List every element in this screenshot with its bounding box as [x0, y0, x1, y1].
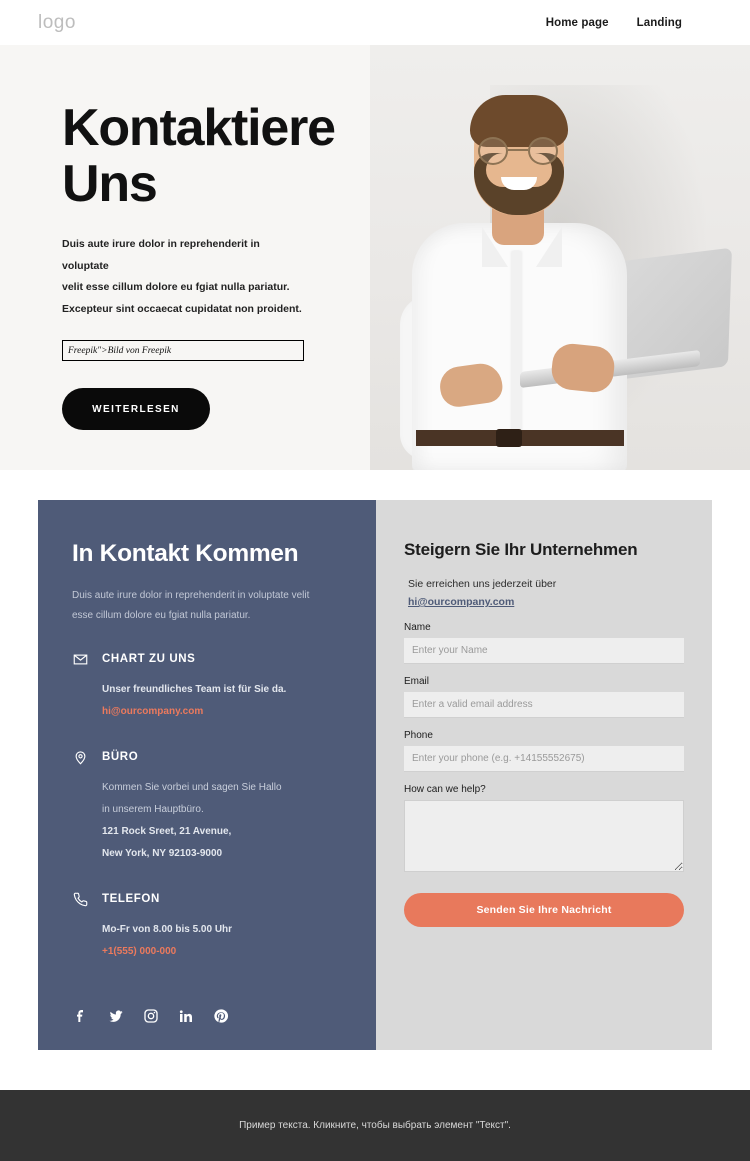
- hero-title: Kontaktiere Uns: [62, 99, 336, 214]
- contact-block-body: Kommen Sie vorbei und sagen Sie Hallo in…: [72, 777, 342, 865]
- contact-block-line: New York, NY 92103-9000: [102, 848, 223, 859]
- form-title: Steigern Sie Ihr Unternehmen: [404, 540, 638, 559]
- hero-paragraph-line: Duis aute irure dolor in reprehenderit i…: [62, 238, 260, 272]
- form-email-link[interactable]: hi@ourcompany.com: [408, 596, 514, 608]
- photo-glasses-right-lens: [528, 137, 558, 165]
- twitter-icon[interactable]: [107, 1007, 124, 1024]
- contact-intro-line: Duis aute irure dolor in reprehenderit i…: [72, 590, 310, 601]
- contact-email-link[interactable]: hi@ourcompany.com: [102, 701, 342, 723]
- phone-icon: [72, 891, 88, 907]
- phone-input[interactable]: [404, 746, 684, 772]
- hero-paragraph-line: Excepteur sint occaecat cupidatat non pr…: [62, 302, 302, 315]
- hero-paragraph-line: velit esse cillum dolore eu fgiat nulla …: [62, 281, 290, 294]
- contact-panel-intro: Duis aute irure dolor in reprehenderit i…: [72, 586, 342, 625]
- form-field-phone: Phone: [404, 730, 684, 772]
- contact-block-buro: BÜRO Kommen Sie vorbei und sagen Sie Hal…: [72, 749, 342, 865]
- instagram-icon[interactable]: [142, 1007, 159, 1024]
- form-field-label: Name: [404, 622, 431, 633]
- nav-link-landing[interactable]: Landing: [637, 17, 682, 29]
- name-input[interactable]: [404, 638, 684, 664]
- contact-block-label: TELEFON: [102, 893, 160, 905]
- pinterest-icon[interactable]: [212, 1007, 229, 1024]
- facebook-icon[interactable]: [72, 1007, 89, 1024]
- form-field-message: How can we help?: [404, 784, 684, 877]
- contact-block-header: TELEFON: [72, 891, 342, 907]
- form-field-email: Email: [404, 676, 684, 718]
- main-navigation: Home page Landing: [546, 17, 682, 29]
- photo-collar-left-shape: [482, 227, 508, 267]
- contact-block-header: BÜRO: [72, 749, 342, 765]
- contact-block-line: 121 Rock Sreet, 21 Avenue,: [102, 826, 232, 837]
- contact-block-line: in unserem Hauptbüro.: [102, 804, 204, 815]
- contact-info-panel: In Kontakt Kommen Duis aute irure dolor …: [38, 500, 376, 1050]
- message-textarea[interactable]: [404, 800, 684, 872]
- form-field-label: How can we help?: [404, 784, 486, 795]
- envelope-icon: [72, 651, 88, 667]
- contact-block-label: CHART ZU UNS: [102, 653, 196, 665]
- site-header: logo Home page Landing: [0, 0, 750, 45]
- hero-paragraph: Duis aute irure dolor in reprehenderit i…: [62, 234, 307, 320]
- contact-block-line: Kommen Sie vorbei und sagen Sie Hallo: [102, 782, 282, 793]
- footer-text: Пример текста. Кликните, чтобы выбрать э…: [239, 1120, 511, 1131]
- contact-block-line: Mo-Fr von 8.00 bis 5.00 Uhr: [102, 924, 233, 935]
- hero-image: [370, 45, 750, 470]
- hero-section: Kontaktiere Uns Duis aute irure dolor in…: [0, 45, 750, 470]
- form-field-label: Phone: [404, 730, 433, 741]
- site-footer: Пример текста. Кликните, чтобы выбрать э…: [0, 1090, 750, 1161]
- contact-block-header: CHART ZU UNS: [72, 651, 342, 667]
- nav-link-home-page[interactable]: Home page: [546, 17, 609, 29]
- photo-collar-right-shape: [536, 227, 562, 267]
- map-pin-icon: [72, 749, 88, 765]
- photo-right-hand-shape: [549, 341, 617, 395]
- contact-block-line: Unser freundliches Team ist für Sie da.: [102, 684, 287, 695]
- email-input[interactable]: [404, 692, 684, 718]
- contact-block-label: BÜRO: [102, 751, 139, 763]
- contact-block-chart-zu-uns: CHART ZU UNS Unser freundliches Team ist…: [72, 651, 342, 723]
- submit-message-button[interactable]: Senden Sie Ihre Nachricht: [404, 893, 684, 927]
- image-attribution-text: Freepik">Bild von Freepik: [68, 345, 172, 356]
- hero-content: Kontaktiere Uns Duis aute irure dolor in…: [0, 45, 340, 431]
- form-subtitle: Sie erreichen uns jederzeit über: [408, 578, 557, 590]
- form-field-name: Name: [404, 622, 684, 664]
- contact-block-body: Mo-Fr von 8.00 bis 5.00 Uhr +1(555) 000-…: [72, 919, 342, 963]
- form-field-label: Email: [404, 676, 430, 687]
- read-more-button[interactable]: WEITERLESEN: [62, 388, 210, 431]
- contact-block-telefon: TELEFON Mo-Fr von 8.00 bis 5.00 Uhr +1(5…: [72, 891, 342, 963]
- social-links: [72, 1007, 229, 1024]
- contact-form-panel: Steigern Sie Ihr Unternehmen Sie erreich…: [376, 500, 712, 1050]
- contact-section: In Kontakt Kommen Duis aute irure dolor …: [0, 470, 750, 1050]
- contact-block-body: Unser freundliches Team ist für Sie da. …: [72, 679, 342, 723]
- linkedin-icon[interactable]: [177, 1007, 194, 1024]
- photo-glasses-bridge: [508, 149, 528, 152]
- contact-intro-line: esse cillum dolore eu fgiat nulla pariat…: [72, 609, 251, 621]
- contact-panel-title: In Kontakt Kommen: [72, 540, 299, 567]
- image-attribution-box[interactable]: Freepik">Bild von Freepik: [62, 340, 304, 362]
- photo-glasses-left-lens: [478, 137, 508, 165]
- photo-belt-buckle-shape: [496, 429, 522, 447]
- contact-phone-link[interactable]: +1(555) 000-000: [102, 941, 342, 963]
- photo-shirt-placket-shape: [512, 251, 521, 433]
- site-logo[interactable]: logo: [38, 12, 76, 34]
